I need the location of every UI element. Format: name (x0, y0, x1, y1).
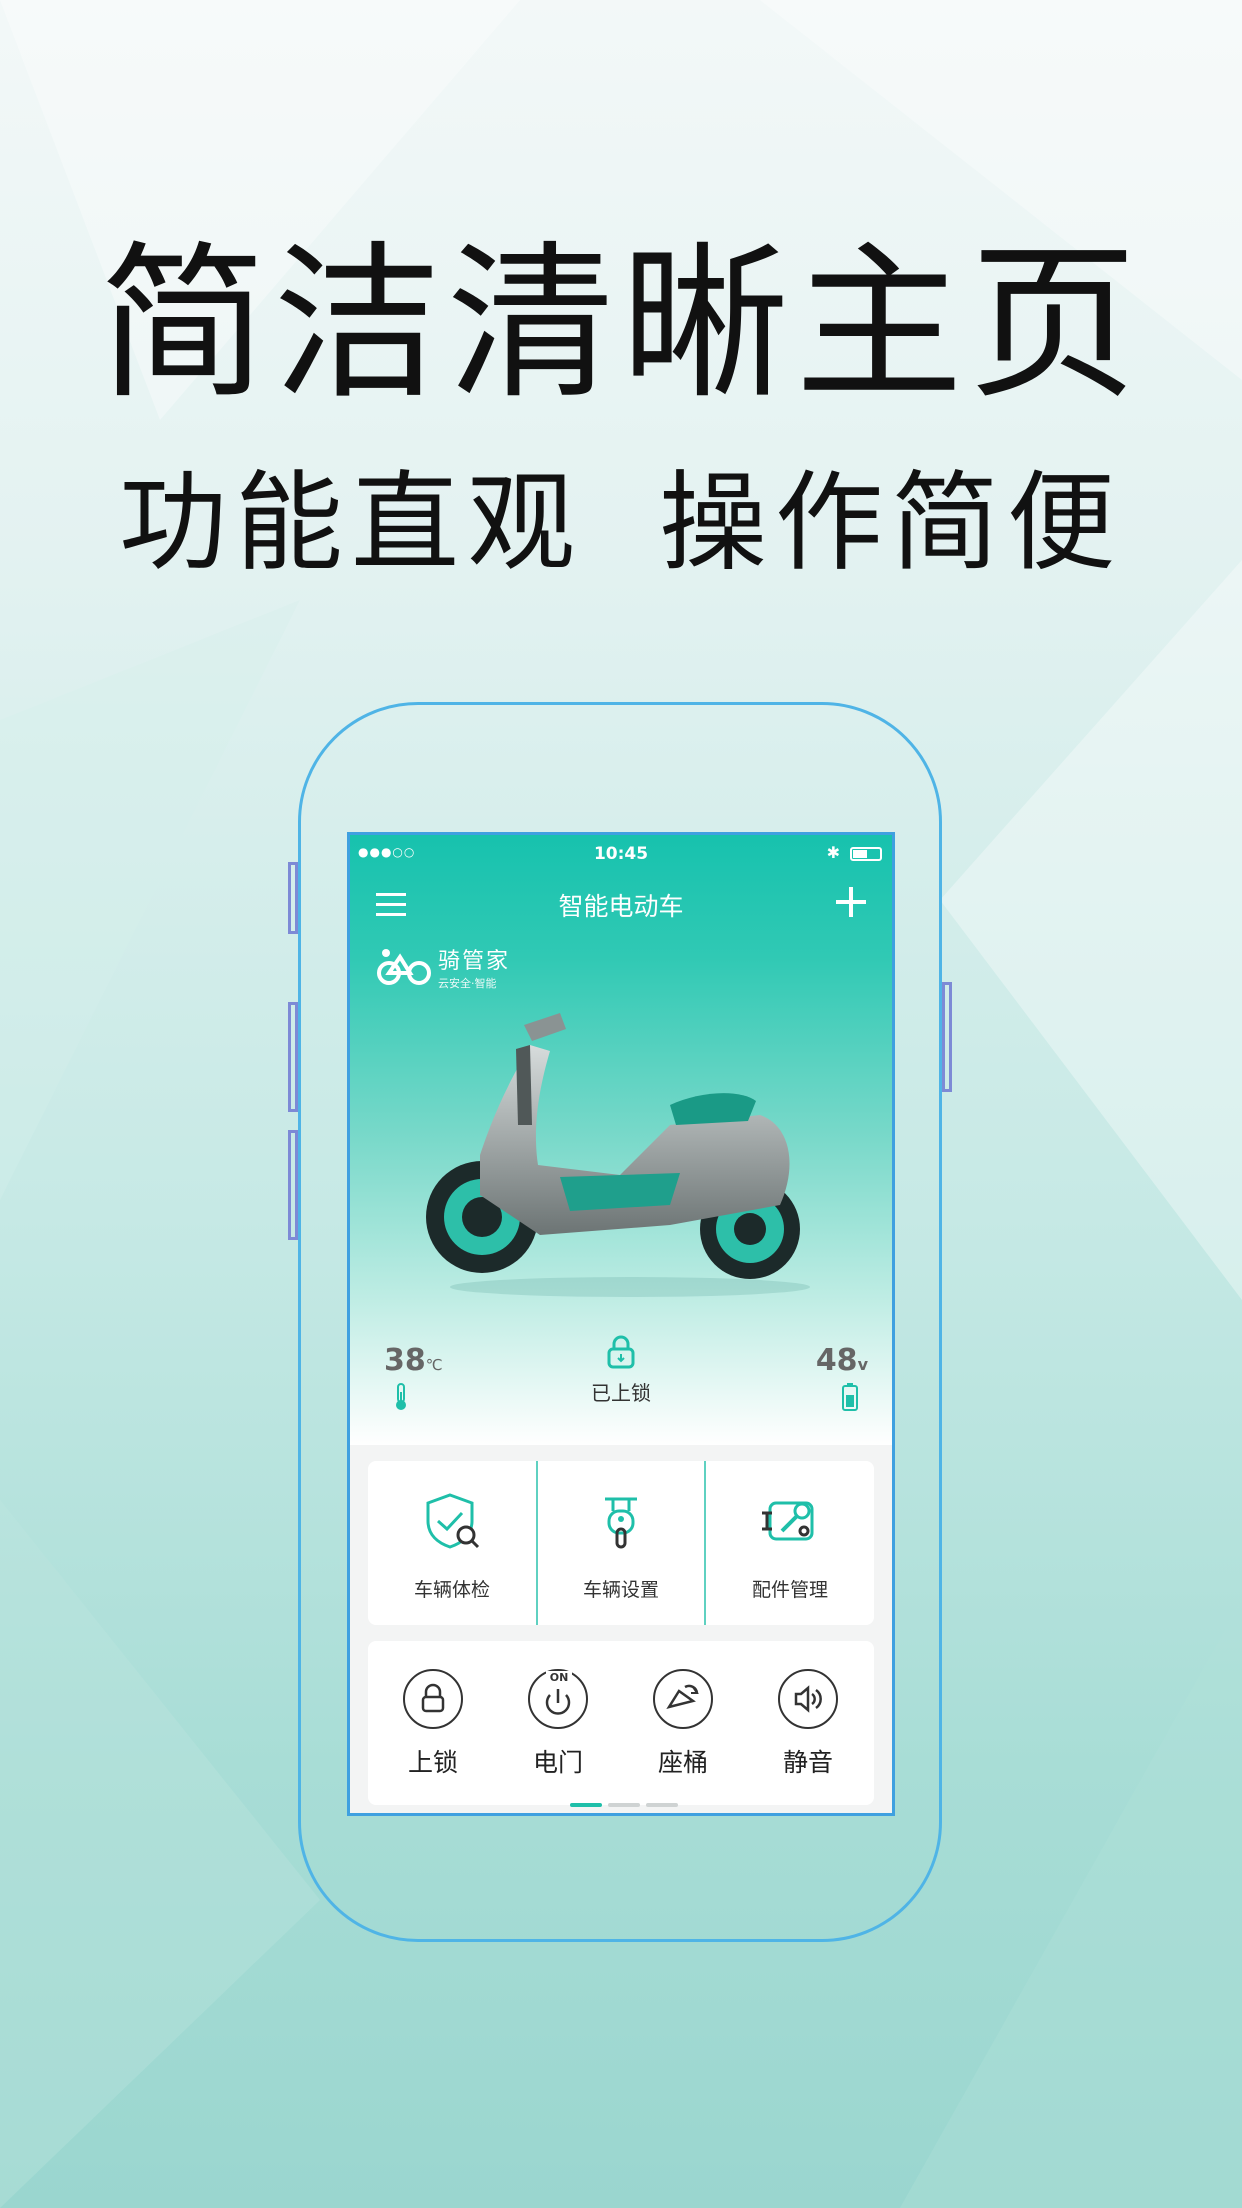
seat-button[interactable]: 座桶 (628, 1669, 738, 1779)
unlock-status-icon (607, 1335, 635, 1369)
mute-button[interactable]: 静音 (753, 1669, 863, 1779)
control-label: 电门 (532, 1748, 583, 1777)
scooter-front-icon (605, 1497, 637, 1549)
power-button[interactable]: ON 电门 (503, 1669, 613, 1779)
feature-vehicle-settings[interactable]: 车辆设置 (538, 1461, 704, 1625)
lock-button[interactable]: 上锁 (378, 1669, 488, 1779)
phone-side-button (942, 982, 952, 1092)
hero-panel: ●●●○○ 10:45 ✱ 智能电动车 骑管家 云安全·智能 38℃ 已上锁 4… (350, 835, 892, 1445)
promo-headline: 简洁清晰主页 (99, 226, 1143, 422)
feature-accessory-management[interactable]: 配件管理 (706, 1461, 874, 1625)
page-indicator[interactable] (570, 1803, 680, 1807)
phone-side-button (288, 862, 298, 934)
brand-name: 骑管家 (438, 949, 511, 974)
lock-status: 已上锁 (350, 1335, 892, 1406)
brand-tagline: 云安全·智能 (438, 977, 497, 990)
control-card: 上锁 ON 电门 座桶 静音 (368, 1641, 874, 1805)
battery-icon (850, 847, 882, 861)
svg-text:ON: ON (550, 1671, 569, 1684)
page-dot-active (570, 1803, 602, 1807)
nav-bar: 智能电动车 (350, 875, 892, 933)
voltage-value: 48v (815, 1343, 868, 1378)
nav-title: 智能电动车 (558, 892, 684, 921)
lock-icon (403, 1669, 463, 1729)
phone-screen: ●●●○○ 10:45 ✱ 智能电动车 骑管家 云安全·智能 38℃ 已上锁 4… (347, 832, 895, 1816)
page-dot (608, 1803, 640, 1807)
control-label: 座桶 (657, 1748, 708, 1777)
battery-level-icon (842, 1383, 858, 1411)
feature-label: 车辆设置 (582, 1579, 659, 1601)
page-dot (646, 1803, 678, 1807)
status-bar: ●●●○○ 10:45 ✱ (350, 841, 892, 869)
promo-subline: 功能直观 操作简便 (0, 470, 1242, 578)
wrench-settings-icon (762, 1501, 814, 1541)
control-label: 上锁 (407, 1748, 458, 1777)
status-time: 10:45 (593, 844, 649, 864)
seat-icon (653, 1669, 713, 1729)
feature-label: 配件管理 (751, 1579, 828, 1601)
power-on-icon: ON (528, 1669, 588, 1729)
feature-vehicle-check[interactable]: 车辆体检 (368, 1461, 536, 1625)
feature-card: 车辆体检 车辆设置 配件管理 (368, 1461, 874, 1625)
shield-search-icon (426, 1493, 480, 1549)
phone-side-button (288, 1002, 298, 1112)
scooter-image (426, 1013, 810, 1297)
bluetooth-icon: ✱ (826, 843, 840, 862)
control-label: 静音 (782, 1748, 833, 1777)
add-icon[interactable] (836, 887, 866, 917)
subline-left: 功能直观 (118, 461, 583, 586)
phone-side-button (288, 1130, 298, 1240)
subline-right: 操作简便 (659, 461, 1124, 586)
lock-status-label: 已上锁 (591, 1381, 651, 1405)
speaker-icon (778, 1669, 838, 1729)
bike-logo-icon (377, 949, 431, 985)
feature-label: 车辆体检 (413, 1579, 490, 1601)
